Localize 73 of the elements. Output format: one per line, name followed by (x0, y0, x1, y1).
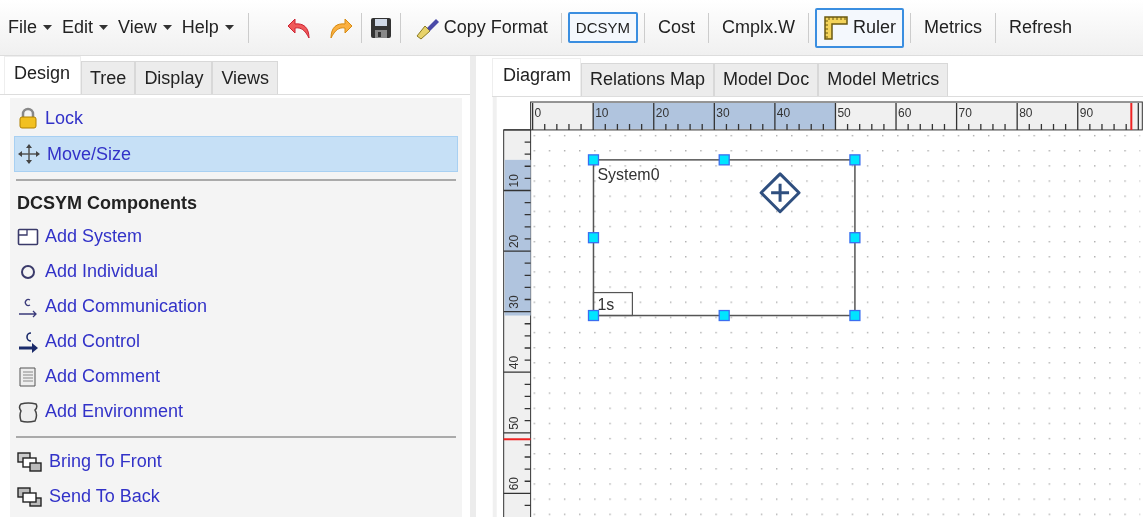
resize-handle[interactable] (718, 154, 730, 166)
toolbar-button[interactable]: Metrics (917, 10, 989, 45)
menu-item[interactable]: File (6, 13, 58, 42)
layers-icon (17, 450, 43, 473)
menu-item[interactable]: View (116, 13, 178, 42)
tool-item[interactable]: Send To Back (14, 479, 458, 514)
tab[interactable]: Tree (81, 61, 136, 94)
ruler-label: 70 (958, 105, 972, 120)
ruler-label: 30 (506, 295, 521, 309)
ruler-label: 60 (898, 105, 912, 120)
ruler-label: 40 (776, 105, 791, 120)
padlock-icon (17, 107, 39, 129)
system-name: System0 (597, 165, 660, 183)
tool-item[interactable]: Add Communication (14, 289, 458, 324)
ruler-icon (823, 14, 849, 41)
toolbar-button[interactable]: Cmplx.W (715, 10, 802, 45)
tool-item[interactable]: Add Control (14, 324, 458, 359)
ruler-label: 0 (534, 105, 542, 120)
resize-handle[interactable] (587, 231, 600, 244)
tab[interactable]: Model Doc (714, 62, 819, 96)
tool-item[interactable]: Lock (14, 100, 458, 136)
menu-item[interactable]: Help (179, 13, 240, 42)
tab[interactable]: Views (212, 61, 279, 94)
system-icon (17, 226, 39, 247)
menu-item[interactable]: Edit (60, 13, 115, 42)
tool-item[interactable]: Move/Size (14, 136, 458, 172)
ruler-label: 30 (716, 105, 730, 120)
caret-icon (224, 25, 234, 30)
toolbar-button[interactable]: Ruler (815, 7, 904, 48)
ruler-label: 60 (506, 476, 521, 491)
caret-icon (99, 25, 109, 30)
ruler-label: 10 (595, 105, 609, 120)
badge-label: 1s (597, 295, 615, 313)
resize-handle[interactable] (587, 154, 600, 166)
caret-icon (43, 25, 52, 30)
tab[interactable]: Relations Map (581, 62, 715, 96)
resize-handle[interactable] (718, 309, 730, 322)
ruler-label: 90 (1079, 105, 1094, 120)
document-icon (17, 365, 39, 388)
ruler-label: 40 (506, 355, 521, 370)
toolbar-button[interactable]: DCSYM (567, 12, 638, 43)
toolbar-button[interactable]: Copy Format (406, 8, 555, 47)
ruler-label: 10 (506, 174, 521, 188)
resize-handle[interactable] (849, 154, 861, 166)
section-heading: DCSYM Components (16, 191, 198, 215)
resize-handle[interactable] (849, 309, 861, 322)
tool-item[interactable]: Add System (14, 219, 458, 254)
tab[interactable]: Display (135, 61, 213, 94)
resize-handle[interactable] (849, 231, 861, 244)
tab[interactable]: Design (4, 56, 82, 94)
save-icon (369, 16, 392, 39)
tool-item[interactable]: Add Individual (14, 254, 458, 289)
tab[interactable]: Model Metrics (818, 62, 949, 96)
blob-icon (17, 400, 39, 423)
ruler-label: 50 (837, 105, 851, 120)
ruler-label: 50 (506, 416, 521, 430)
caret-icon (162, 25, 172, 30)
ruler-label: 20 (506, 234, 521, 248)
tool-item[interactable]: Add Environment (14, 394, 458, 429)
ruler-label: 20 (655, 105, 670, 120)
toolbar-button[interactable]: Refresh (1002, 10, 1080, 45)
resize-handle[interactable] (587, 309, 600, 322)
toolbar-button[interactable]: Cost (651, 10, 702, 45)
tab[interactable]: Diagram (492, 57, 582, 96)
ruler-label: 80 (1019, 105, 1033, 120)
badge-box (592, 291, 633, 317)
move-cursor-icon (759, 172, 801, 214)
move-icon (17, 143, 41, 165)
arrow-icon (17, 329, 39, 354)
system-box[interactable] (592, 159, 856, 317)
layers-icon (17, 485, 43, 508)
tool-item[interactable]: Bring To Front (14, 444, 458, 479)
tool-item[interactable]: Add Comment (14, 359, 458, 394)
